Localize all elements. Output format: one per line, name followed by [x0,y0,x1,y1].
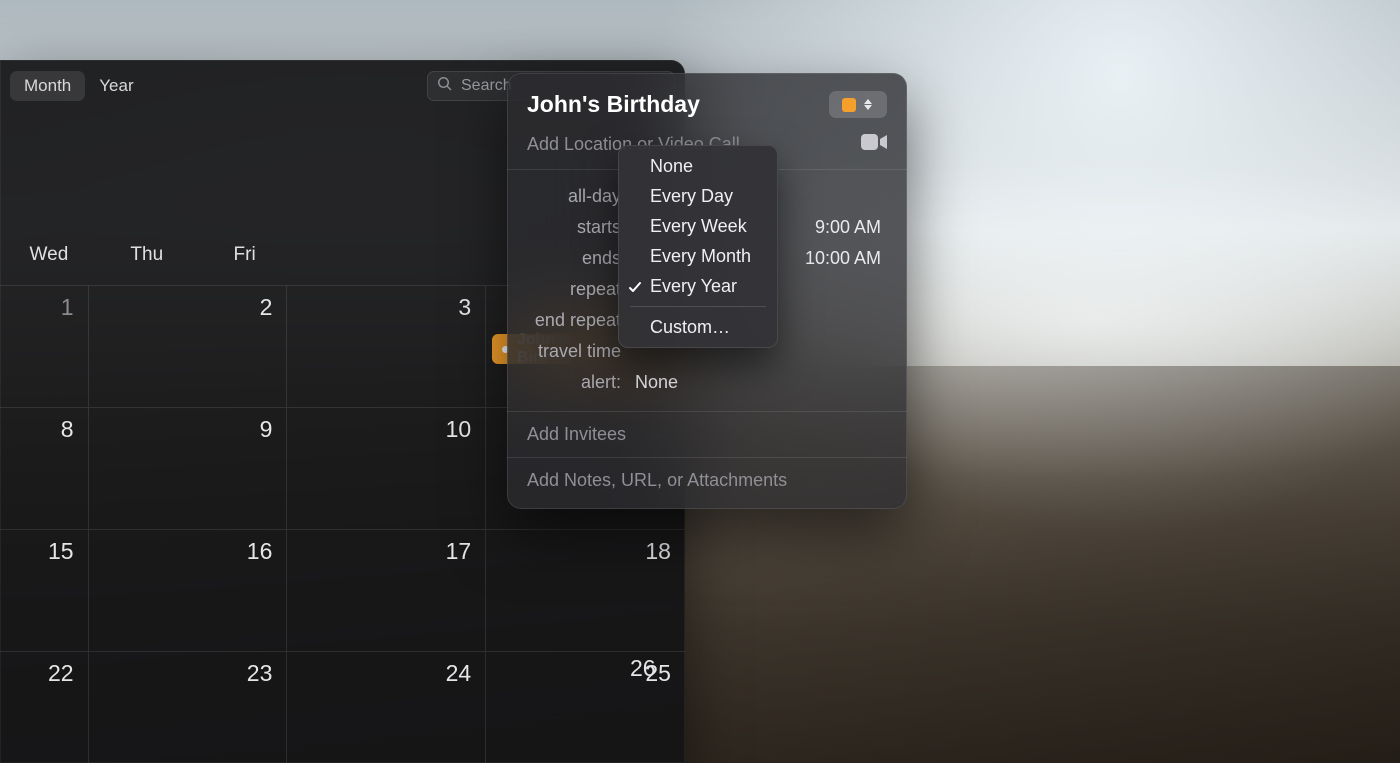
day-cell[interactable]: 17 [287,529,486,651]
calendar-color-swatch [842,98,856,112]
repeat-option-custom[interactable]: Custom… [618,312,778,342]
day-number: 18 [645,538,671,565]
day-number: 9 [260,416,273,443]
day-cell[interactable]: 18 [486,529,685,651]
calendar-color-picker[interactable] [829,91,887,118]
day-number: 26 [630,655,656,682]
event-title[interactable]: John's Birthday [527,91,700,118]
alert-label: alert: [507,372,635,393]
day-cell[interactable]: 1 [0,285,89,407]
menu-item-label: Custom… [650,317,730,338]
repeat-label: repeat [507,279,635,300]
view-year-label: Year [99,76,133,96]
updown-icon [864,99,874,110]
day-number: 24 [446,660,472,687]
day-number: 15 [48,538,74,565]
search-placeholder: Search [461,77,512,95]
starts-label: starts [507,217,635,238]
day-cell[interactable]: 3 [287,285,486,407]
popover-header: John's Birthday [507,73,907,124]
repeat-option-every-day[interactable]: Every Day [618,181,778,211]
all-day-label: all-day [507,186,635,207]
menu-item-label: Every Month [650,246,751,267]
view-segmented-control: Month Year [10,71,148,101]
menu-item-label: None [650,156,693,177]
day-cell[interactable]: 9 [89,407,288,529]
menu-item-label: Every Day [650,186,733,207]
separator [507,411,907,412]
weekday-fri: Fri [196,235,294,275]
day-cell[interactable]: 2 [89,285,288,407]
repeat-option-every-week[interactable]: Every Week [618,211,778,241]
travel-time-label: travel time [507,341,635,362]
menu-separator [630,306,766,307]
checkmark-icon [628,279,642,293]
day-number: 22 [48,660,74,687]
invitees-placeholder: Add Invitees [527,424,626,445]
notes-placeholder: Add Notes, URL, or Attachments [527,470,787,491]
view-month-label: Month [24,76,71,96]
day-cell[interactable]: 15 [0,529,89,651]
end-repeat-label: end repeat [507,310,635,331]
day-cell[interactable]: 22 [0,651,89,763]
menu-item-label: Every Week [650,216,747,237]
day-cell[interactable]: 8 [0,407,89,529]
day-cell[interactable]: 16 [89,529,288,651]
day-number: 10 [446,416,472,443]
day-cell[interactable]: 24 [287,651,486,763]
repeat-menu: None Every Day Every Week Every Month Ev… [618,145,778,348]
repeat-option-every-year[interactable]: Every Year [618,271,778,301]
ends-label: ends [507,248,635,269]
notes-field[interactable]: Add Notes, URL, or Attachments [507,462,907,509]
alert-value[interactable]: None [635,372,887,393]
day-number: 17 [446,538,472,565]
day-cell[interactable]: 10 [287,407,486,529]
menu-item-label: Every Year [650,276,737,297]
view-month-button[interactable]: Month [10,71,85,101]
invitees-field[interactable]: Add Invitees [507,416,907,453]
separator [507,457,907,458]
day-cell[interactable]: 23 [89,651,288,763]
day-number: 2 [260,294,273,321]
search-icon [437,76,453,97]
weekday-wed: Wed [0,235,98,275]
video-call-icon[interactable] [861,132,887,157]
repeat-option-none[interactable]: None [618,151,778,181]
day-number: 1 [61,294,74,321]
day-number: 23 [247,660,273,687]
weekday-thu: Thu [98,235,196,275]
view-year-button[interactable]: Year [85,71,147,101]
repeat-option-every-month[interactable]: Every Month [618,241,778,271]
day-number: 3 [458,294,471,321]
day-number: 8 [61,416,74,443]
day-number: 16 [247,538,273,565]
